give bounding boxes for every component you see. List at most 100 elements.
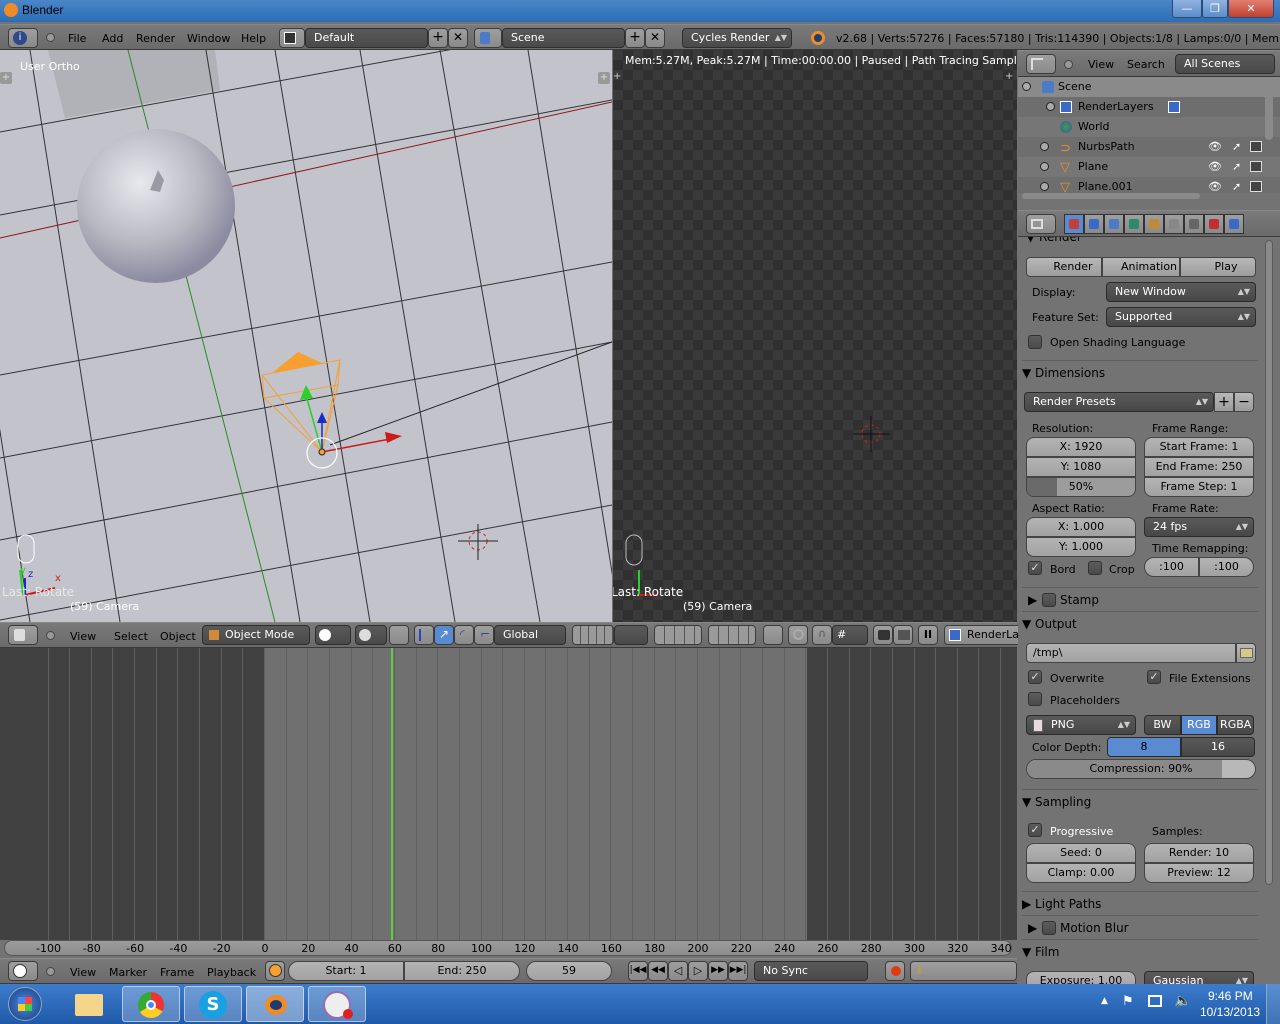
expand-icon[interactable] (1040, 162, 1049, 171)
display-mode-dropdown[interactable]: All Scenes (1175, 54, 1275, 74)
outliner-item-nurbspath[interactable]: ⊃ NurbsPath 👁 ➚ (1018, 137, 1280, 157)
outliner-item-scene[interactable]: Scene (1018, 77, 1280, 97)
menu-window[interactable]: Window (187, 32, 230, 45)
collapse-menu-icon[interactable] (1064, 60, 1073, 69)
manipulator-center-button[interactable] (389, 625, 409, 645)
render-camera-icon[interactable] (1250, 161, 1262, 172)
keying-set-field[interactable]: ⚷ (910, 961, 1017, 981)
clock-time[interactable]: 9:46 PM (1208, 989, 1253, 1003)
expand-icon[interactable] (1040, 182, 1049, 191)
menu-search[interactable]: Search (1127, 58, 1165, 71)
panel-render-header[interactable]: ▼ Render (1026, 237, 1256, 249)
editor-type-button[interactable] (8, 625, 38, 645)
restore-button[interactable]: ❐ (1202, 0, 1228, 18)
panel-light-paths-header[interactable]: ▶ Light Paths (1022, 891, 1258, 915)
tab-scene[interactable] (1104, 214, 1124, 234)
rotate-manipulator-button[interactable]: ◜ (454, 625, 474, 645)
menu-add[interactable]: Add (102, 32, 123, 45)
manipulator-toggle-button[interactable] (414, 625, 434, 645)
progressive-checkbox[interactable]: ✓ (1028, 823, 1042, 837)
visibility-eye-icon[interactable]: 👁 (1208, 177, 1222, 193)
compression-slider[interactable]: Compression: 90% (1026, 759, 1256, 779)
color-mode-rgb[interactable]: RGB (1180, 715, 1218, 735)
editor-type-button[interactable] (1026, 214, 1056, 234)
time-remap-new-field[interactable]: :100 (1199, 557, 1254, 577)
delete-screen-button[interactable]: ✕ (448, 28, 468, 48)
stamp-checkbox[interactable] (1042, 593, 1056, 607)
tab-modifiers[interactable] (1184, 214, 1204, 234)
menu-file[interactable]: File (68, 32, 86, 45)
jump-keyframe-forward-button[interactable]: ▶▶ (708, 961, 728, 981)
network-icon[interactable] (1148, 995, 1162, 1007)
play-reverse-button[interactable]: ◁ (668, 961, 688, 981)
tab-object[interactable] (1144, 214, 1164, 234)
close-button[interactable]: ✕ (1228, 0, 1274, 18)
current-frame-field[interactable]: 59 (526, 961, 612, 981)
mode-dropdown[interactable]: Object Mode (202, 625, 310, 645)
resolution-percent-slider[interactable]: 50% (1026, 477, 1136, 497)
menu-view[interactable]: View (1088, 58, 1114, 71)
preview-samples-field[interactable]: Preview: 12 (1144, 863, 1254, 883)
taskbar-chrome[interactable] (122, 986, 180, 1022)
add-scene-button[interactable]: + (625, 28, 645, 48)
render-button[interactable]: Render (1026, 257, 1102, 277)
shading-dropdown[interactable] (315, 625, 351, 645)
collapse-menu-icon[interactable] (46, 631, 55, 640)
play-button[interactable]: Play (1180, 257, 1256, 277)
expand-icon[interactable] (1046, 102, 1055, 111)
expand-icon[interactable] (1040, 142, 1049, 151)
snap-element-dropdown[interactable]: # (832, 625, 868, 645)
viewport-render[interactable]: Mem:5.27M, Peak:5.27M | Time:00:00.00 | … (613, 50, 1017, 622)
end-frame-field[interactable]: End: 250 (404, 961, 520, 981)
render-engine-dropdown[interactable]: Cycles Render ▲▼ (682, 28, 792, 48)
z-manipulator-arrow[interactable] (317, 412, 327, 423)
pause-render-button[interactable]: II (918, 625, 938, 645)
orientation-dropdown[interactable]: Global (494, 625, 566, 645)
translate-manipulator-button[interactable]: ↗ (434, 625, 454, 645)
menu-playback[interactable]: Playback (207, 966, 256, 979)
browse-folder-button[interactable] (1236, 643, 1256, 663)
layers-grid-1[interactable] (654, 625, 702, 645)
placeholders-checkbox[interactable] (1028, 692, 1042, 706)
clock-date[interactable]: 10/13/2013 (1200, 1005, 1260, 1019)
menu-help[interactable]: Help (241, 32, 266, 45)
resolution-x-field[interactable]: X: 1920 (1026, 437, 1136, 457)
start-frame-field[interactable]: Start Frame: 1 (1144, 437, 1254, 457)
filter-type-dropdown[interactable]: Gaussian ▲▼ (1144, 971, 1254, 984)
add-screen-button[interactable]: + (428, 28, 448, 48)
feature-set-dropdown[interactable]: Supported ▲▼ (1106, 307, 1256, 327)
osl-checkbox[interactable] (1028, 335, 1042, 349)
remove-preset-button[interactable]: − (1234, 392, 1254, 412)
start-button[interactable] (8, 987, 42, 1021)
collapse-menu-icon[interactable] (46, 33, 55, 42)
add-preset-button[interactable]: + (1214, 392, 1234, 412)
seed-field[interactable]: Seed: 0 (1026, 843, 1136, 863)
pivot-dropdown[interactable] (355, 625, 387, 645)
minimize-button[interactable]: — (1172, 0, 1202, 18)
properties-vscrollbar[interactable] (1265, 240, 1273, 885)
start-frame-field[interactable]: Start: 1 (288, 961, 404, 981)
scene-icon-button[interactable] (474, 28, 502, 48)
lock-camera-button[interactable] (763, 625, 783, 645)
delete-scene-button[interactable]: ✕ (645, 28, 665, 48)
display-dropdown[interactable]: New Window ▲▼ (1106, 282, 1256, 302)
file-format-dropdown[interactable]: PNG ▲▼ (1026, 715, 1136, 735)
taskbar-explorer[interactable] (60, 986, 118, 1022)
aspect-x-field[interactable]: X: 1.000 (1026, 517, 1136, 537)
aspect-y-field[interactable]: Y: 1.000 (1026, 537, 1136, 557)
frame-rate-dropdown[interactable]: 24 fps ▲▼ (1144, 517, 1254, 537)
tab-render[interactable] (1064, 214, 1084, 234)
toolshelf-toggle[interactable]: + (0, 72, 12, 84)
play-button[interactable]: ▷ (688, 961, 708, 981)
layers-grid-2[interactable] (708, 625, 756, 645)
snap-toggle-button[interactable]: ∩ (812, 625, 832, 645)
taskbar-blender[interactable] (246, 986, 304, 1022)
render-camera-icon[interactable] (1250, 181, 1262, 192)
render-samples-field[interactable]: Render: 10 (1144, 843, 1254, 863)
menu-render[interactable]: Render (136, 32, 175, 45)
panel-motion-blur-header[interactable]: ▶ Motion Blur (1022, 915, 1258, 939)
opengl-render-animation-button[interactable] (893, 625, 913, 645)
editor-type-button[interactable] (8, 961, 38, 981)
jump-start-button[interactable]: |◀◀ (628, 961, 648, 981)
scale-manipulator-button[interactable]: ⌐ (474, 625, 494, 645)
